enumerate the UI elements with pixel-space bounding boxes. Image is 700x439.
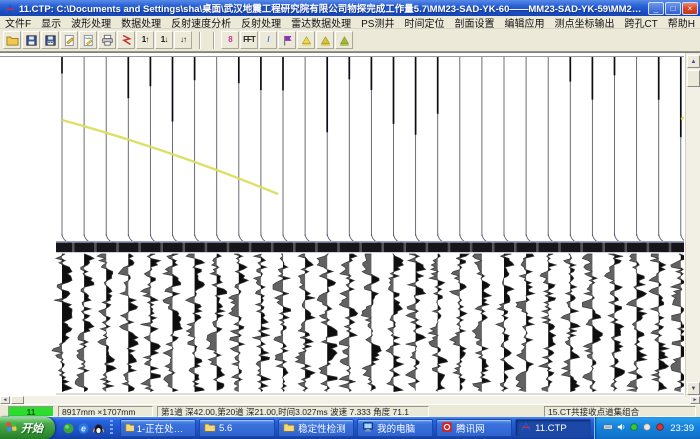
highlight-button[interactable] [297,31,315,49]
export-a-button[interactable] [316,31,334,49]
task-button-strip: 1-正在处理的数据 5.6 稳定性检测 我的电脑 腾讯网 11.CTP [117,419,594,437]
print-button[interactable] [98,31,116,49]
screen: 11.CTP: C:\Documents and Settings\sha\桌面… [0,0,700,439]
menu-item-6[interactable]: 反射处理 [236,15,286,30]
scroll-right-icon[interactable]: ► [690,396,700,404]
task-label: 我的电脑 [377,421,415,435]
task-label: 1-正在处理的数据 [137,421,191,435]
export-b-button[interactable] [335,31,353,49]
menu-item-13[interactable]: 跨孔CT [619,15,662,30]
fft-button[interactable]: FFT [240,31,258,49]
red-status-icon[interactable] [655,419,665,437]
wave-edit-2-button[interactable] [79,31,97,49]
scale-indicator: 11 [8,406,54,417]
window-controls: _ □ × [648,2,698,15]
status-bar: 11 8917mm ×1707mm 第1道 深42.00,第20道 深21.00… [0,404,700,417]
menu-item-2[interactable]: 显示 [36,15,66,30]
menu-item-5[interactable]: 反射速度分析 [166,15,236,30]
foldersm-icon [283,421,295,436]
task-label: 11.CTP [535,423,567,434]
minimize-button[interactable]: _ [648,2,664,15]
quick-launch-divider [110,420,113,436]
draw-line-button[interactable]: / [259,31,277,49]
hscrollbar-thumb[interactable] [11,396,24,404]
foldersm-icon [204,421,216,436]
toolbar: 1↑1↓↓↑ 8FFT/ [0,29,700,52]
horizontal-scrollbar[interactable]: ◄ ► [0,396,700,404]
trace-readout: 第1道 深42.00,第20道 深21.00,时间3.027ms 波速 7.33… [157,406,429,417]
qq-icon[interactable] [92,422,105,435]
menu-item-8[interactable]: PS测井 [356,15,399,30]
tencent-icon [441,421,453,436]
toolbar-separator [213,32,215,49]
seismic-plot-area[interactable]: ▲ ▼ [0,52,700,396]
seismic-plot[interactable] [0,53,684,397]
menu-item-12[interactable]: 测点坐标输出 [549,15,619,30]
svg-text:e: e [81,423,86,433]
desktop-icon[interactable] [62,422,75,435]
close-button[interactable]: × [682,2,698,15]
flag-marker-button[interactable] [278,31,296,49]
toolbar-separator [199,32,201,49]
trace-display-up-button[interactable]: 1↑ [136,31,154,49]
task-button-4[interactable]: 我的电脑 [357,419,433,437]
computer-icon [362,421,374,436]
trace-display-down-button[interactable]: 1↓ [155,31,173,49]
menu-item-7[interactable]: 雷达数据处理 [286,15,356,30]
ctp-icon [520,421,532,436]
wave-edit-button[interactable] [60,31,78,49]
vertical-scrollbar[interactable]: ▲ ▼ [685,53,700,397]
foldersm-icon [125,421,134,436]
maximize-button[interactable]: □ [665,2,681,15]
vscrollbar-thumb[interactable] [687,70,700,87]
task-button-6[interactable]: 11.CTP [515,419,591,437]
task-button-3[interactable]: 稳定性检测 [278,419,354,437]
gray-status-icon[interactable] [642,419,652,437]
menu-item-14[interactable]: 帮助H [663,15,700,30]
task-label: 腾讯网 [456,421,485,435]
task-button-1[interactable]: 1-正在处理的数据 [120,419,196,437]
taskbar: 开始 e 1-正在处理的数据 5.6 稳定性检测 我的电脑 腾讯网 11.CTP 23:3… [0,417,700,439]
task-button-5[interactable]: 腾讯网 [436,419,512,437]
taskbar-clock: 23:39 [668,423,694,434]
menu-item-3[interactable]: 波形处理 [66,15,116,30]
first-break-pick-button[interactable]: 8 [221,31,239,49]
scroll-left-icon[interactable]: ◄ [0,396,10,404]
menu-bar: 文件F显示波形处理数据处理反射速度分析反射处理雷达数据处理PS测井时间定位剖面设… [0,16,700,29]
scroll-down-icon[interactable]: ▼ [687,382,700,395]
system-tray: 23:39 [594,417,700,439]
windows-logo-icon [5,420,18,436]
menu-item-10[interactable]: 剖面设置 [449,15,499,30]
menu-item-11[interactable]: 编辑应用 [499,15,549,30]
window-title: 11.CTP: C:\Documents and Settings\sha\桌面… [19,1,645,15]
scroll-up-icon[interactable]: ▲ [687,55,700,68]
save-image-button[interactable] [41,31,59,49]
menu-item-4[interactable]: 数据处理 [116,15,166,30]
menu-item-1[interactable]: 文件F [0,15,36,30]
mode-readout: 15.CT共接收点道集组合 [544,406,696,417]
trace-swap-button[interactable]: ↓↑ [174,31,192,49]
size-readout: 8917mm ×1707mm [58,406,153,417]
app-icon [4,2,16,14]
shot-marker-button[interactable] [117,31,135,49]
volume-icon[interactable] [616,419,626,437]
task-button-2[interactable]: 5.6 [199,419,275,437]
open-file-button[interactable] [3,31,21,49]
task-label: 稳定性检测 [298,421,346,435]
quick-launch-bar: e [55,420,117,436]
tray-icons [603,419,665,437]
green-status-icon[interactable] [629,419,639,437]
ie-icon[interactable]: e [77,422,90,435]
start-button[interactable]: 开始 [0,417,55,439]
keyboard-icon[interactable] [603,419,613,437]
menu-item-9[interactable]: 时间定位 [399,15,449,30]
statusbar-spacer [433,406,540,417]
start-label: 开始 [21,420,43,436]
save-button[interactable] [22,31,40,49]
task-label: 5.6 [219,423,232,434]
